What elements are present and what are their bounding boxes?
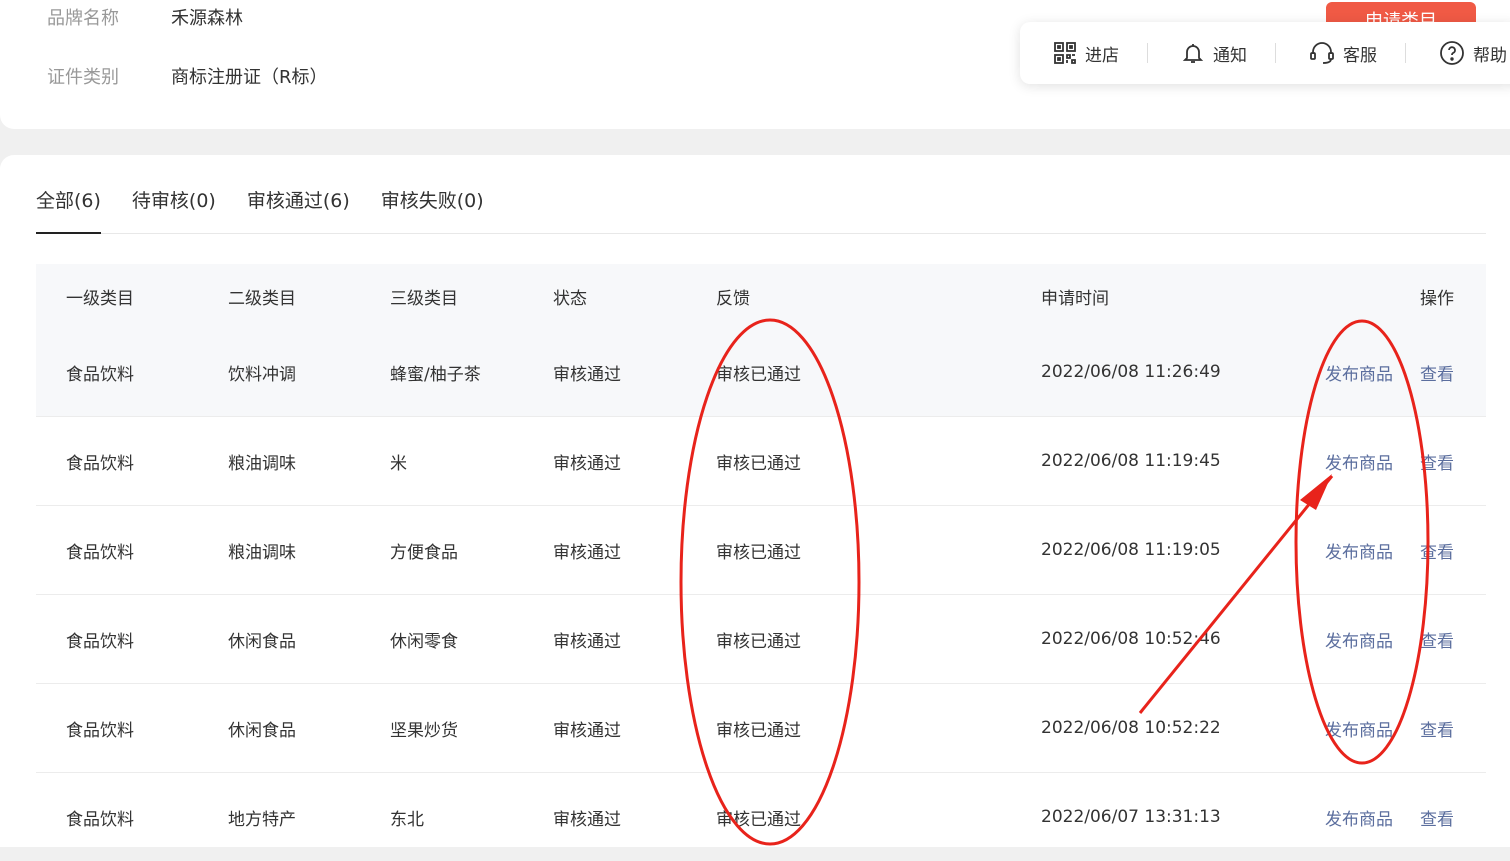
cell-cat1: 食品饮料 bbox=[66, 453, 134, 474]
toolbar-label: 通知 bbox=[1213, 45, 1247, 66]
cell-cat1: 食品饮料 bbox=[66, 809, 134, 830]
cell-status: 审核通过 bbox=[553, 720, 621, 741]
cell-cat2: 休闲食品 bbox=[228, 631, 296, 652]
cell-cat3: 蜂蜜/柚子茶 bbox=[390, 364, 481, 385]
table-row: 食品饮料 休闲食品 坚果炒货 审核通过 审核已通过 2022/06/08 10:… bbox=[36, 684, 1486, 773]
toolbar-label: 客服 bbox=[1343, 45, 1377, 66]
category-table: 一级类目 二级类目 三级类目 状态 反馈 申请时间 操作 食品饮料 饮料冲调 蜂… bbox=[36, 264, 1486, 861]
cell-cat2: 粮油调味 bbox=[228, 542, 296, 563]
cell-time: 2022/06/08 11:19:05 bbox=[1041, 540, 1221, 560]
header-status: 状态 bbox=[553, 288, 587, 309]
view-link[interactable]: 查看 bbox=[1420, 360, 1454, 385]
view-link[interactable]: 查看 bbox=[1420, 538, 1454, 563]
cell-cat2: 地方特产 bbox=[228, 809, 296, 830]
cell-cat3: 东北 bbox=[390, 809, 424, 830]
cell-status: 审核通过 bbox=[553, 364, 621, 385]
table-header: 一级类目 二级类目 三级类目 状态 反馈 申请时间 操作 bbox=[36, 264, 1486, 328]
header-cat2: 二级类目 bbox=[228, 288, 296, 309]
publish-product-link[interactable]: 发布商品 bbox=[1325, 716, 1393, 741]
cell-cat2: 饮料冲调 bbox=[228, 364, 296, 385]
publish-product-link[interactable]: 发布商品 bbox=[1325, 360, 1393, 385]
cell-feedback: 审核已通过 bbox=[716, 364, 801, 385]
cell-feedback: 审核已通过 bbox=[716, 631, 801, 652]
cell-cat1: 食品饮料 bbox=[66, 631, 134, 652]
cell-cat3: 休闲零食 bbox=[390, 631, 458, 652]
table-row: 食品饮料 饮料冲调 蜂蜜/柚子茶 审核通过 审核已通过 2022/06/08 1… bbox=[36, 328, 1486, 417]
cell-feedback: 审核已通过 bbox=[716, 453, 801, 474]
view-link[interactable]: 查看 bbox=[1420, 716, 1454, 741]
cert-value: 商标注册证（R标） bbox=[171, 67, 328, 88]
header-feedback: 反馈 bbox=[716, 288, 750, 309]
tab-pending[interactable]: 待审核(0) bbox=[132, 185, 216, 233]
headset-icon bbox=[1310, 42, 1334, 64]
floating-toolbar: 进店 通知 客服 帮助 bbox=[1020, 22, 1510, 84]
cell-feedback: 审核已通过 bbox=[716, 809, 801, 830]
cell-time: 2022/06/07 13:31:13 bbox=[1041, 807, 1221, 827]
cell-time: 2022/06/08 11:19:45 bbox=[1041, 451, 1221, 471]
tab-rejected[interactable]: 审核失败(0) bbox=[381, 185, 484, 233]
publish-product-link[interactable]: 发布商品 bbox=[1325, 627, 1393, 652]
tab-approved[interactable]: 审核通过(6) bbox=[247, 185, 350, 233]
table-row: 食品饮料 休闲食品 休闲零食 审核通过 审核已通过 2022/06/08 10:… bbox=[36, 595, 1486, 684]
toolbar-label: 进店 bbox=[1085, 45, 1119, 66]
brand-row: 品牌名称 禾源森林 bbox=[47, 4, 243, 30]
cell-cat1: 食品饮料 bbox=[66, 364, 134, 385]
toolbar-customer-service[interactable]: 客服 bbox=[1276, 22, 1406, 84]
status-tabs: 全部(6) 待审核(0) 审核通过(6) 审核失败(0) bbox=[36, 185, 1486, 234]
cell-cat3: 坚果炒货 bbox=[390, 720, 458, 741]
header-cat1: 一级类目 bbox=[66, 288, 134, 309]
cert-row: 证件类别 商标注册证（R标） bbox=[47, 63, 328, 89]
help-icon bbox=[1440, 41, 1464, 65]
header-action: 操作 bbox=[1420, 288, 1454, 309]
cell-cat2: 休闲食品 bbox=[228, 720, 296, 741]
view-link[interactable]: 查看 bbox=[1420, 805, 1454, 830]
header-cat3: 三级类目 bbox=[390, 288, 458, 309]
cell-status: 审核通过 bbox=[553, 542, 621, 563]
view-link[interactable]: 查看 bbox=[1420, 449, 1454, 474]
table-row: 食品饮料 粮油调味 方便食品 审核通过 审核已通过 2022/06/08 11:… bbox=[36, 506, 1486, 595]
cell-feedback: 审核已通过 bbox=[716, 720, 801, 741]
cell-cat3: 米 bbox=[390, 453, 407, 474]
toolbar-help[interactable]: 帮助 bbox=[1406, 22, 1507, 84]
cell-status: 审核通过 bbox=[553, 631, 621, 652]
toolbar-label: 帮助 bbox=[1473, 45, 1507, 66]
header-time: 申请时间 bbox=[1041, 288, 1109, 309]
publish-product-link[interactable]: 发布商品 bbox=[1325, 538, 1393, 563]
bell-icon bbox=[1182, 44, 1204, 63]
cell-cat3: 方便食品 bbox=[390, 542, 458, 563]
cell-cat1: 食品饮料 bbox=[66, 542, 134, 563]
brand-value: 禾源森林 bbox=[171, 8, 243, 29]
toolbar-notification[interactable]: 通知 bbox=[1148, 22, 1276, 84]
view-link[interactable]: 查看 bbox=[1420, 627, 1454, 652]
cell-status: 审核通过 bbox=[553, 453, 621, 474]
cell-status: 审核通过 bbox=[553, 809, 621, 830]
toolbar-visit-store[interactable]: 进店 bbox=[1020, 22, 1148, 84]
cert-label: 证件类别 bbox=[47, 67, 119, 88]
publish-product-link[interactable]: 发布商品 bbox=[1325, 805, 1393, 830]
table-row: 食品饮料 粮油调味 米 审核通过 审核已通过 2022/06/08 11:19:… bbox=[36, 417, 1486, 506]
cell-time: 2022/06/08 10:52:46 bbox=[1041, 629, 1221, 649]
cell-time: 2022/06/08 11:26:49 bbox=[1041, 362, 1221, 382]
tab-all[interactable]: 全部(6) bbox=[36, 185, 101, 234]
cell-cat1: 食品饮料 bbox=[66, 720, 134, 741]
cell-time: 2022/06/08 10:52:22 bbox=[1041, 718, 1221, 738]
category-list-card: 全部(6) 待审核(0) 审核通过(6) 审核失败(0) 一级类目 二级类目 三… bbox=[0, 155, 1510, 847]
cell-feedback: 审核已通过 bbox=[716, 542, 801, 563]
cell-cat2: 粮油调味 bbox=[228, 453, 296, 474]
qrcode-icon bbox=[1054, 42, 1076, 64]
publish-product-link[interactable]: 发布商品 bbox=[1325, 449, 1393, 474]
brand-label: 品牌名称 bbox=[47, 8, 119, 29]
table-row: 食品饮料 地方特产 东北 审核通过 审核已通过 2022/06/07 13:31… bbox=[36, 773, 1486, 861]
